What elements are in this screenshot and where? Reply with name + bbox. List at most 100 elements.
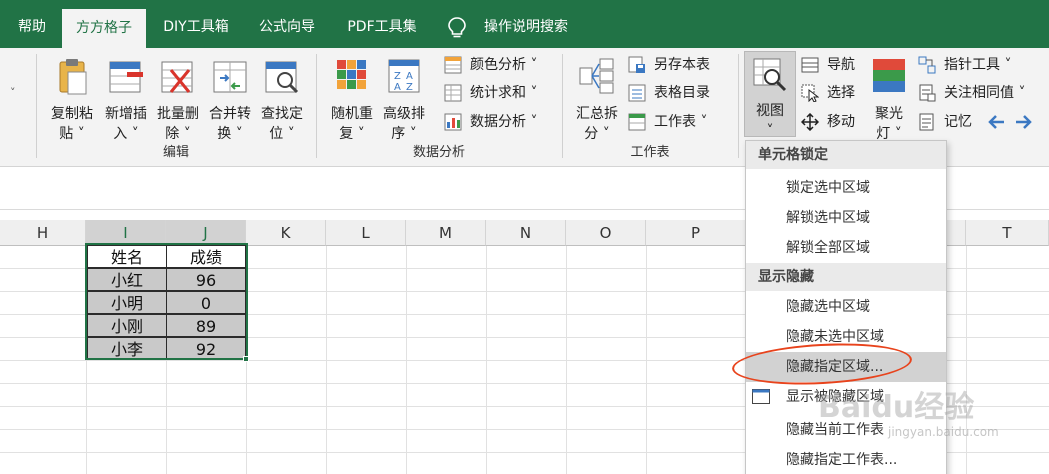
window-icon [752, 389, 770, 404]
table-cell[interactable]: 92 [166, 337, 246, 360]
clipboard-icon [59, 59, 87, 95]
sort-az-icon: Z A A Z [388, 59, 420, 93]
table-cell[interactable]: 小刚 [87, 314, 167, 337]
worksheet-button[interactable]: 工作表 ˅ [628, 110, 707, 134]
svg-text:Z: Z [394, 71, 401, 82]
navigate-icon [801, 57, 819, 73]
find-locate-button[interactable]: 查找定 位 ˅ [256, 56, 308, 144]
table-cell-header[interactable]: 姓名 [87, 245, 167, 268]
find-locate-label1: 查找定 [261, 106, 303, 122]
column-header-o[interactable]: O [566, 220, 646, 246]
sum-table-icon [444, 84, 462, 102]
tab-search-help[interactable]: 操作说明搜索 [476, 0, 576, 48]
grid-line [406, 246, 407, 474]
column-header-l[interactable]: L [326, 220, 406, 246]
forward-arrow-icon[interactable] [1014, 110, 1032, 134]
data-analysis-button[interactable]: 数据分析 ˅ [444, 110, 537, 134]
color-table-icon [444, 56, 462, 74]
column-header-k[interactable]: K [246, 220, 326, 246]
column-header-n[interactable]: N [486, 220, 566, 246]
column-header-j[interactable]: J [166, 220, 246, 246]
table-cell[interactable]: 小红 [87, 268, 167, 291]
worksheet-icon [628, 113, 646, 131]
column-header-i[interactable]: I [86, 220, 166, 246]
insert-button[interactable]: 新增插 入 ˅ [100, 56, 152, 144]
back-arrow-icon[interactable] [988, 110, 1006, 134]
color-analysis-label: 颜色分析 ˅ [470, 57, 538, 73]
fill-handle[interactable] [243, 356, 249, 362]
menu-item-show-hidden[interactable]: 显示被隐藏区域 [746, 382, 946, 412]
menu-tab-bar: 帮助 方方格子 DIY工具箱 公式向导 PDF工具集 操作说明搜索 [0, 0, 1049, 48]
column-header-h[interactable]: H [0, 220, 86, 246]
sheet-group-label: 工作表 [630, 145, 670, 160]
grid-line [966, 246, 967, 474]
menu-item-hide-selected[interactable]: 隐藏选中区域 [746, 292, 946, 322]
grid-line [486, 246, 487, 474]
move-button[interactable]: 移动 [801, 110, 855, 134]
table-cell[interactable]: 小李 [87, 337, 167, 360]
merge-convert-button[interactable]: 合并转 换 ˅ [204, 56, 256, 144]
grid-line [646, 246, 647, 474]
copy-paste-button[interactable]: 复制粘 贴 ˅ [46, 56, 98, 144]
move-arrows-icon [801, 113, 819, 131]
worksheet-label: 工作表 ˅ [654, 114, 708, 130]
random-repeat-button[interactable]: 随机重 复 ˅ [326, 56, 378, 144]
table-cell[interactable]: 小明 [87, 291, 167, 314]
summary-split-button[interactable]: 汇总拆 分 ˅ [570, 56, 624, 144]
table-cell-header[interactable]: 成绩 [166, 245, 246, 268]
merge-convert-label1: 合并转 [209, 106, 251, 122]
view-dropdown-menu: 单元格锁定 锁定选中区域 解锁选中区域 解锁全部区域 显示隐藏 隐藏选中区域 隐… [745, 140, 947, 474]
summary-split-label1: 汇总拆 [576, 106, 618, 122]
tab-formula-wizard[interactable]: 公式向导 [246, 0, 328, 48]
save-sheet-icon [628, 56, 645, 73]
menu-item-lock-selected[interactable]: 锁定选中区域 [746, 173, 946, 203]
svg-text:Z: Z [406, 82, 413, 93]
menu-item-unlock-selected[interactable]: 解锁选中区域 [746, 203, 946, 233]
tab-fangfangezi[interactable]: 方方格子 [62, 9, 146, 48]
column-header-t[interactable]: T [966, 220, 1049, 246]
column-header-p[interactable]: P [646, 220, 746, 246]
menu-item-hide-specified[interactable]: 隐藏指定区域... [746, 352, 946, 382]
menu-item-hide-current-sheet[interactable]: 隐藏当前工作表 [746, 415, 946, 445]
spotlight-icon [873, 59, 905, 92]
navigate-label: 导航 [827, 57, 855, 73]
view-button[interactable]: 视图 ˅ [744, 51, 796, 139]
chevron-down-icon[interactable]: ˅ [10, 86, 16, 99]
column-header-m[interactable]: M [406, 220, 486, 246]
data-table-icon [444, 113, 462, 131]
memory-button[interactable]: 记忆 [918, 110, 972, 134]
lightbulb-icon [448, 17, 466, 38]
sheet-index-button[interactable]: 表格目录 [628, 81, 710, 105]
summary-split-icon [579, 58, 614, 94]
batch-delete-label1: 批量删 [157, 106, 199, 122]
focus-same-value-button[interactable]: 关注相同值 ˅ [918, 81, 1025, 105]
tab-diy-toolbox[interactable]: DIY工具箱 [152, 0, 240, 48]
spotlight-button[interactable]: 聚光 灯 ˅ [864, 56, 914, 144]
table-cell[interactable]: 96 [166, 268, 246, 291]
stats-sum-button[interactable]: 统计求和 ˅ [444, 81, 537, 105]
table-insert-icon [109, 61, 143, 93]
table-cell[interactable]: 89 [166, 314, 246, 337]
save-sheet-button[interactable]: 另存本表 [628, 53, 710, 77]
spotlight-label1: 聚光 [875, 106, 903, 122]
tab-pdf-tools[interactable]: PDF工具集 [334, 0, 430, 48]
memory-icon [919, 113, 934, 131]
menu-item-hide-unselected[interactable]: 隐藏未选中区域 [746, 322, 946, 352]
svg-text:A: A [406, 71, 413, 82]
tab-help[interactable]: 帮助 [8, 0, 56, 48]
select-cursor-icon [801, 84, 819, 102]
table-cell[interactable]: 0 [166, 291, 246, 314]
color-analysis-button[interactable]: 颜色分析 ˅ [444, 53, 537, 77]
menu-item-hide-specified-sheet[interactable]: 隐藏指定工作表... [746, 445, 946, 474]
batch-delete-button[interactable]: 批量删 除 ˅ [152, 56, 204, 144]
select-button[interactable]: 选择 [801, 81, 855, 105]
sheet-index-icon [628, 84, 646, 102]
view-magnifier-icon [753, 58, 787, 92]
advanced-sort-button[interactable]: Z A A Z 高级排 序 ˅ [378, 56, 430, 144]
menu-item-unlock-all[interactable]: 解锁全部区域 [746, 233, 946, 263]
find-magnifier-icon [265, 61, 299, 94]
navigate-button[interactable]: 导航 [801, 53, 855, 77]
sheet-index-label: 表格目录 [654, 85, 710, 101]
data-group-label: 数据分析 [412, 145, 465, 160]
pointer-tool-button[interactable]: 指针工具 ˅ [918, 53, 1011, 77]
